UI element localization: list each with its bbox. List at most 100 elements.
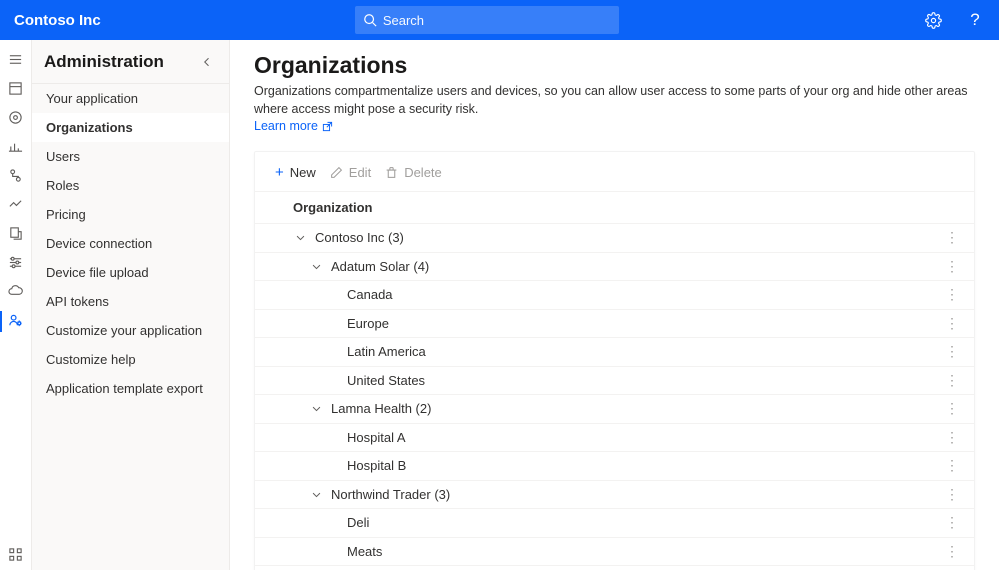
chevron-down-icon[interactable] xyxy=(309,259,323,273)
org-row[interactable]: Contoso Inc (3) ⋮ xyxy=(255,224,974,253)
more-options-button[interactable]: ⋮ xyxy=(942,258,962,275)
org-row[interactable]: Hospital A⋮ xyxy=(255,424,974,453)
more-vertical-icon: ⋮ xyxy=(945,229,959,245)
more-vertical-icon: ⋮ xyxy=(945,286,959,302)
nav-device-file-upload[interactable]: Device file upload xyxy=(32,258,229,287)
nav-users[interactable]: Users xyxy=(32,142,229,171)
more-options-button[interactable]: ⋮ xyxy=(942,429,962,446)
chevron-down-icon[interactable] xyxy=(293,231,307,245)
admin-icon xyxy=(8,313,23,331)
more-options-button[interactable]: ⋮ xyxy=(942,286,962,303)
page-description-block: Organizations compartmentalize users and… xyxy=(254,83,975,133)
org-row[interactable]: Adatum Solar (4)⋮ xyxy=(255,253,974,282)
rail-dashboard[interactable] xyxy=(0,75,32,104)
trash-icon xyxy=(385,166,398,179)
help-button[interactable]: ? xyxy=(963,8,987,32)
nav-device-connection[interactable]: Device connection xyxy=(32,229,229,258)
rail-rules[interactable] xyxy=(0,162,32,191)
more-options-button[interactable]: ⋮ xyxy=(942,486,962,503)
org-label: Meats xyxy=(347,544,382,559)
more-vertical-icon: ⋮ xyxy=(945,429,959,445)
rail-app-switcher[interactable] xyxy=(0,541,32,570)
org-label: Lamna Health (2) xyxy=(331,401,431,416)
rail-devices[interactable] xyxy=(0,104,32,133)
more-vertical-icon: ⋮ xyxy=(945,343,959,359)
top-header: Contoso Inc ? xyxy=(0,0,999,40)
rules-icon xyxy=(8,168,23,186)
rail-cloud[interactable] xyxy=(0,278,32,307)
collapse-sidebar-button[interactable] xyxy=(197,52,217,72)
header-center xyxy=(101,6,921,34)
org-row[interactable]: Produce⋮ xyxy=(255,566,974,570)
external-link-icon xyxy=(322,121,333,132)
nav-customize-your-application[interactable]: Customize your application xyxy=(32,316,229,345)
sidebar-header: Administration xyxy=(32,40,229,84)
org-row[interactable]: Europe ⋮ xyxy=(255,310,974,339)
new-button[interactable]: + New xyxy=(275,164,316,181)
more-options-button[interactable]: ⋮ xyxy=(942,315,962,332)
org-row[interactable]: Lamna Health (2) ⋮ xyxy=(255,395,974,424)
more-vertical-icon: ⋮ xyxy=(945,258,959,274)
nav-application-template-export[interactable]: Application template export xyxy=(32,374,229,403)
nav-pricing[interactable]: Pricing xyxy=(32,200,229,229)
more-options-button[interactable]: ⋮ xyxy=(942,400,962,417)
delete-button[interactable]: Delete xyxy=(385,165,442,180)
org-label: Deli xyxy=(347,515,369,530)
more-vertical-icon: ⋮ xyxy=(945,400,959,416)
rail-analytics[interactable] xyxy=(0,133,32,162)
more-options-button[interactable]: ⋮ xyxy=(942,457,962,474)
left-rail xyxy=(0,40,32,570)
more-options-button[interactable]: ⋮ xyxy=(942,514,962,531)
rail-permissions[interactable] xyxy=(0,249,32,278)
rail-data-export[interactable] xyxy=(0,220,32,249)
more-options-button[interactable]: ⋮ xyxy=(942,543,962,560)
organizations-card: + New Edit Delete Organization Contoso I… xyxy=(254,151,975,570)
org-label: Europe xyxy=(347,316,389,331)
grid-icon xyxy=(8,547,23,565)
chevron-down-icon[interactable] xyxy=(309,487,323,501)
nav-your-application[interactable]: Your application xyxy=(32,84,229,113)
nav-organizations[interactable]: Organizations xyxy=(32,113,229,142)
org-row[interactable]: Hospital B⋮ xyxy=(255,452,974,481)
nav-api-tokens[interactable]: API tokens xyxy=(32,287,229,316)
rail-jobs[interactable] xyxy=(0,191,32,220)
search-icon xyxy=(363,13,377,27)
learn-more-link[interactable]: Learn more xyxy=(254,119,333,133)
rail-hamburger[interactable] xyxy=(0,46,32,75)
sidebar-title: Administration xyxy=(44,52,164,72)
main-layout: Administration Your applicationOrganizat… xyxy=(0,40,999,570)
nav-roles[interactable]: Roles xyxy=(32,171,229,200)
search-input[interactable] xyxy=(383,13,611,28)
organization-tree: Contoso Inc (3)⋮Adatum Solar (4)⋮Canada⋮… xyxy=(255,224,974,570)
more-options-button[interactable]: ⋮ xyxy=(942,372,962,389)
header-right: ? xyxy=(921,8,987,32)
more-vertical-icon: ⋮ xyxy=(945,315,959,331)
learn-more-label: Learn more xyxy=(254,119,318,133)
nav-customize-help[interactable]: Customize help xyxy=(32,345,229,374)
edit-button[interactable]: Edit xyxy=(330,165,371,180)
org-label: Northwind Trader (3) xyxy=(331,487,450,502)
data-export-icon xyxy=(8,226,23,244)
more-options-button[interactable]: ⋮ xyxy=(942,229,962,246)
chevron-down-icon[interactable] xyxy=(309,402,323,416)
more-vertical-icon: ⋮ xyxy=(945,486,959,502)
settings-button[interactable] xyxy=(921,8,945,32)
column-organization[interactable]: Organization xyxy=(293,200,372,215)
org-row[interactable]: Deli ⋮ xyxy=(255,509,974,538)
org-row[interactable]: United States ⋮ xyxy=(255,367,974,396)
org-row[interactable]: Meats ⋮ xyxy=(255,538,974,567)
org-row[interactable]: Latin America ⋮ xyxy=(255,338,974,367)
sidebar-nav: Your applicationOrganizationsUsersRolesP… xyxy=(32,84,229,403)
org-row[interactable]: Northwind Trader (3) ⋮ xyxy=(255,481,974,510)
edit-icon xyxy=(330,166,343,179)
org-row[interactable]: Canada⋮ xyxy=(255,281,974,310)
search-box[interactable] xyxy=(355,6,619,34)
org-label: Contoso Inc (3) xyxy=(315,230,404,245)
rail-admin[interactable] xyxy=(0,307,32,336)
org-label: Latin America xyxy=(347,344,426,359)
more-options-button[interactable]: ⋮ xyxy=(942,343,962,360)
analytics-icon xyxy=(8,139,23,157)
hamburger-icon xyxy=(8,52,23,70)
toolbar: + New Edit Delete xyxy=(255,162,974,191)
org-label: United States xyxy=(347,373,425,388)
